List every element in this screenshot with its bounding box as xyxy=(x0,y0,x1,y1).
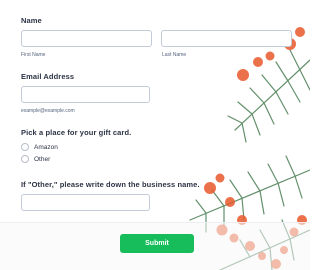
other-business-label: If "Other," please write down the busine… xyxy=(21,180,200,189)
email-label: Email Address xyxy=(21,72,75,81)
first-name-sublabel: First Name xyxy=(21,52,46,58)
last-name-input[interactable] xyxy=(161,30,292,47)
first-name-input[interactable] xyxy=(21,30,152,47)
email-sublabel: example@example.com xyxy=(21,108,75,114)
radio-option-amazon[interactable]: Amazon xyxy=(21,143,58,151)
radio-button[interactable] xyxy=(21,143,29,151)
gift-card-form: Name First Name Last Name Email Address … xyxy=(0,0,310,270)
email-input[interactable] xyxy=(21,86,150,103)
radio-option-other[interactable]: Other xyxy=(21,155,50,163)
name-label: Name xyxy=(21,16,42,25)
gift-card-label: Pick a place for your gift card. xyxy=(21,128,132,137)
last-name-sublabel: Last Name xyxy=(162,52,187,58)
other-business-input[interactable] xyxy=(21,194,150,211)
radio-button[interactable] xyxy=(21,155,29,163)
radio-label-amazon: Amazon xyxy=(34,143,58,151)
submit-button[interactable]: Submit xyxy=(120,234,194,253)
radio-label-other: Other xyxy=(34,155,51,163)
